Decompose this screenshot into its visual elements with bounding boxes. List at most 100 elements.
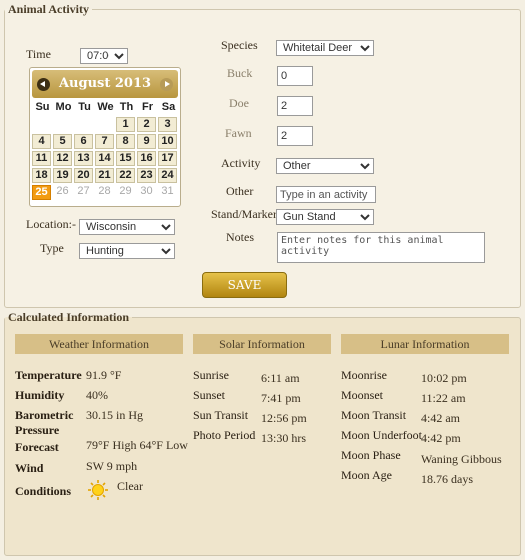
calendar-day[interactable]: 14 bbox=[95, 151, 114, 166]
moon-age-label: Moon Age bbox=[341, 468, 392, 482]
other-label: Other bbox=[226, 184, 254, 198]
moonrise-label: Moonrise bbox=[341, 368, 387, 382]
sunset-label: Sunset bbox=[193, 388, 226, 402]
solar-information-heading: Solar Information bbox=[193, 334, 331, 354]
calendar-day-disabled: 29 bbox=[119, 185, 132, 197]
calendar-day[interactable]: 5 bbox=[53, 134, 72, 149]
buck-label: Buck bbox=[227, 66, 253, 80]
weekday-label: Sa bbox=[161, 101, 176, 113]
calendar-day[interactable]: 23 bbox=[137, 168, 156, 183]
type-label: Type bbox=[40, 241, 64, 255]
calendar-day[interactable]: 2 bbox=[137, 117, 156, 132]
moon-phase-value: Waning Gibbous bbox=[421, 452, 502, 466]
moon-underfoot-label: Moon Underfoot bbox=[341, 428, 422, 442]
sunrise-label: Sunrise bbox=[193, 368, 229, 382]
date-picker-calendar: August 2013 Su Mo Tu We Th Fr Sa 1234567… bbox=[29, 67, 181, 207]
doe-count-input[interactable] bbox=[277, 96, 313, 116]
sun-icon bbox=[88, 480, 108, 500]
weekday-label: Su bbox=[35, 101, 50, 113]
weekday-label: Tu bbox=[78, 101, 91, 113]
calendar-day[interactable]: 24 bbox=[158, 168, 177, 183]
calendar-day[interactable]: 15 bbox=[116, 151, 135, 166]
calendar-day[interactable]: 22 bbox=[116, 168, 135, 183]
calendar-day[interactable]: 4 bbox=[32, 134, 51, 149]
calendar-day[interactable]: 10 bbox=[158, 134, 177, 149]
wind-value: SW 9 mph bbox=[86, 459, 138, 473]
humidity-value: 40% bbox=[86, 388, 108, 402]
moon-age-value: 18.76 days bbox=[421, 472, 473, 486]
calendar-day[interactable]: 16 bbox=[137, 151, 156, 166]
weekday-label: Fr bbox=[142, 101, 153, 113]
photo-period-label: Photo Period bbox=[193, 428, 256, 442]
calendar-day[interactable]: 12 bbox=[53, 151, 72, 166]
calendar-day[interactable]: 3 bbox=[158, 117, 177, 132]
moon-phase-label: Moon Phase bbox=[341, 448, 401, 462]
barometric-pressure-label: Barometric Pressure bbox=[15, 408, 74, 437]
location-select[interactable]: Wisconsin bbox=[79, 219, 175, 235]
weekday-label: Mo bbox=[55, 101, 72, 113]
conditions-value: Clear bbox=[117, 479, 143, 493]
moonset-value: 11:22 am bbox=[421, 391, 466, 405]
calendar-empty-cell bbox=[74, 117, 93, 132]
calendar-weekday-row: Su Mo Tu We Th Fr Sa bbox=[32, 101, 179, 113]
species-label: Species bbox=[221, 38, 258, 52]
calendar-month-title: August 2013 bbox=[58, 76, 152, 91]
calendar-day[interactable]: 11 bbox=[32, 151, 51, 166]
calendar-day[interactable]: 17 bbox=[158, 151, 177, 166]
calendar-day-disabled: 28 bbox=[98, 185, 111, 197]
time-label: Time bbox=[26, 47, 51, 61]
calendar-day[interactable]: 18 bbox=[32, 168, 51, 183]
notes-textarea[interactable] bbox=[277, 232, 485, 263]
wind-label: Wind bbox=[15, 461, 44, 475]
sun-transit-label: Sun Transit bbox=[193, 408, 249, 422]
moon-transit-label: Moon Transit bbox=[341, 408, 407, 422]
calendar-day-disabled: 30 bbox=[140, 185, 153, 197]
moon-underfoot-value: 4:42 pm bbox=[421, 431, 461, 445]
weather-information-heading: Weather Information bbox=[15, 334, 183, 354]
calendar-empty-cell bbox=[32, 117, 51, 132]
sunrise-value: 6:11 am bbox=[261, 371, 300, 385]
sun-transit-value: 12:56 pm bbox=[261, 411, 307, 425]
save-button[interactable]: SAVE bbox=[202, 272, 287, 298]
moon-transit-value: 4:42 am bbox=[421, 411, 460, 425]
calendar-empty-cell bbox=[53, 117, 72, 132]
calendar-day[interactable]: 20 bbox=[74, 168, 93, 183]
calculated-information-legend: Calculated Information bbox=[8, 310, 129, 324]
calendar-day[interactable]: 7 bbox=[95, 134, 114, 149]
forecast-value: 79°F High 64°F Low bbox=[86, 438, 188, 452]
next-month-icon[interactable] bbox=[160, 78, 173, 91]
calendar-day[interactable]: 9 bbox=[137, 134, 156, 149]
calendar-empty-cell bbox=[95, 117, 114, 132]
type-select[interactable]: Hunting bbox=[79, 243, 175, 259]
other-activity-input[interactable] bbox=[276, 186, 376, 203]
stand-marker-select[interactable]: Gun Stand bbox=[276, 209, 374, 225]
photo-period-value: 13:30 hrs bbox=[261, 431, 306, 445]
conditions-label: Conditions bbox=[15, 484, 72, 498]
animal-activity-legend: Animal Activity bbox=[8, 2, 89, 16]
barometric-pressure-value: 30.15 in Hg bbox=[86, 408, 143, 422]
notes-label: Notes bbox=[226, 230, 254, 244]
calendar-day-disabled: 26 bbox=[56, 185, 69, 197]
moonrise-value: 10:02 pm bbox=[421, 371, 467, 385]
stand-marker-label: Stand/Marker bbox=[211, 207, 277, 221]
buck-count-input[interactable] bbox=[277, 66, 313, 86]
calendar-day-disabled: 31 bbox=[161, 185, 174, 197]
calendar-day[interactable]: 6 bbox=[74, 134, 93, 149]
lunar-information-heading: Lunar Information bbox=[341, 334, 509, 354]
location-label: Location:- bbox=[26, 217, 76, 231]
calendar-day[interactable]: 8 bbox=[116, 134, 135, 149]
weekday-label: We bbox=[97, 101, 114, 113]
calendar-day-selected[interactable]: 25 bbox=[32, 185, 51, 200]
calendar-day[interactable]: 19 bbox=[53, 168, 72, 183]
time-select[interactable]: 07:00 bbox=[80, 48, 128, 64]
temperature-value: 91.9 °F bbox=[86, 368, 122, 382]
activity-select[interactable]: Other bbox=[276, 158, 374, 174]
fawn-count-input[interactable] bbox=[277, 126, 313, 146]
sunset-value: 7:41 pm bbox=[261, 391, 301, 405]
species-select[interactable]: Whitetail Deer bbox=[276, 40, 374, 56]
fawn-label: Fawn bbox=[225, 126, 252, 140]
calendar-day[interactable]: 1 bbox=[116, 117, 135, 132]
calendar-day[interactable]: 13 bbox=[74, 151, 93, 166]
temperature-label: Temperature bbox=[15, 368, 82, 382]
calendar-day[interactable]: 21 bbox=[95, 168, 114, 183]
